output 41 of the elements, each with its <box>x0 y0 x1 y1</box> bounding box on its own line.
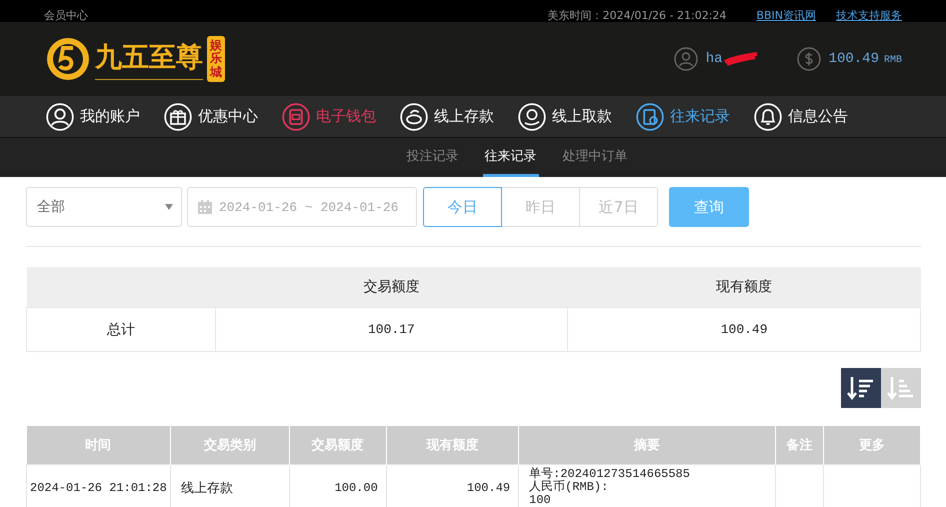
table-cell: 总计 <box>26 308 216 352</box>
nav-item[interactable]: 线上存款 <box>400 102 494 130</box>
column-header: 现有额度 <box>568 267 920 308</box>
sub-tab[interactable]: 处理中订单 <box>560 138 630 177</box>
table-cell: 线上存款 <box>170 464 290 507</box>
user-icon <box>674 47 698 71</box>
table-cell: 100.49 <box>568 308 920 352</box>
nav-item[interactable]: 线上取款 <box>518 102 612 130</box>
column-header: 交易额度 <box>215 267 568 308</box>
table-cell: 100.17 <box>215 308 568 352</box>
table-cell: 100.00 <box>289 464 386 507</box>
member-center-text: 会员中心 <box>44 10 88 22</box>
calendar-icon <box>197 199 213 215</box>
nav-item[interactable]: 我的账户 <box>46 102 140 130</box>
balance-text: 100.49 RMB <box>828 51 902 67</box>
eastern-time-text: 美东时间：2024/01/26 - 21:02:24 <box>548 10 726 22</box>
sort-button[interactable] <box>841 368 881 408</box>
nav-item[interactable]: 优惠中心 <box>164 102 258 130</box>
top-link[interactable]: BBIN资讯网 <box>756 10 816 22</box>
nav-item[interactable]: 电子钱包 <box>282 102 376 130</box>
type-select[interactable]: 全部 <box>26 187 182 227</box>
logo-icon <box>45 36 91 82</box>
logo-badge: 娱乐城 <box>207 36 225 82</box>
table-cell: 单号:202401273514665585 人民币(RMB): 100 <box>518 464 776 507</box>
top-link[interactable]: 技术支持服务 <box>836 10 902 22</box>
username: ha <box>706 51 723 67</box>
sub-tab[interactable]: 往来记录 <box>482 138 538 177</box>
nav-item[interactable]: 往来记录 <box>636 102 730 130</box>
gift-icon <box>164 102 192 130</box>
sort-descending-icon <box>846 374 876 402</box>
bell-icon <box>754 102 782 130</box>
table-cell: 2024-01-26 21:01:28 <box>26 464 170 507</box>
redaction-mark <box>722 52 759 66</box>
sub-tab[interactable]: 投注记录 <box>404 138 460 177</box>
nav-item[interactable]: 信息公告 <box>754 102 848 130</box>
caret-icon <box>165 204 173 210</box>
table-cell: 100.49 <box>386 464 519 507</box>
sort-ascending-icon <box>886 374 916 402</box>
logo-name: 九五至尊 <box>95 38 203 80</box>
user-icon <box>46 102 74 130</box>
dollar-icon <box>796 47 821 71</box>
